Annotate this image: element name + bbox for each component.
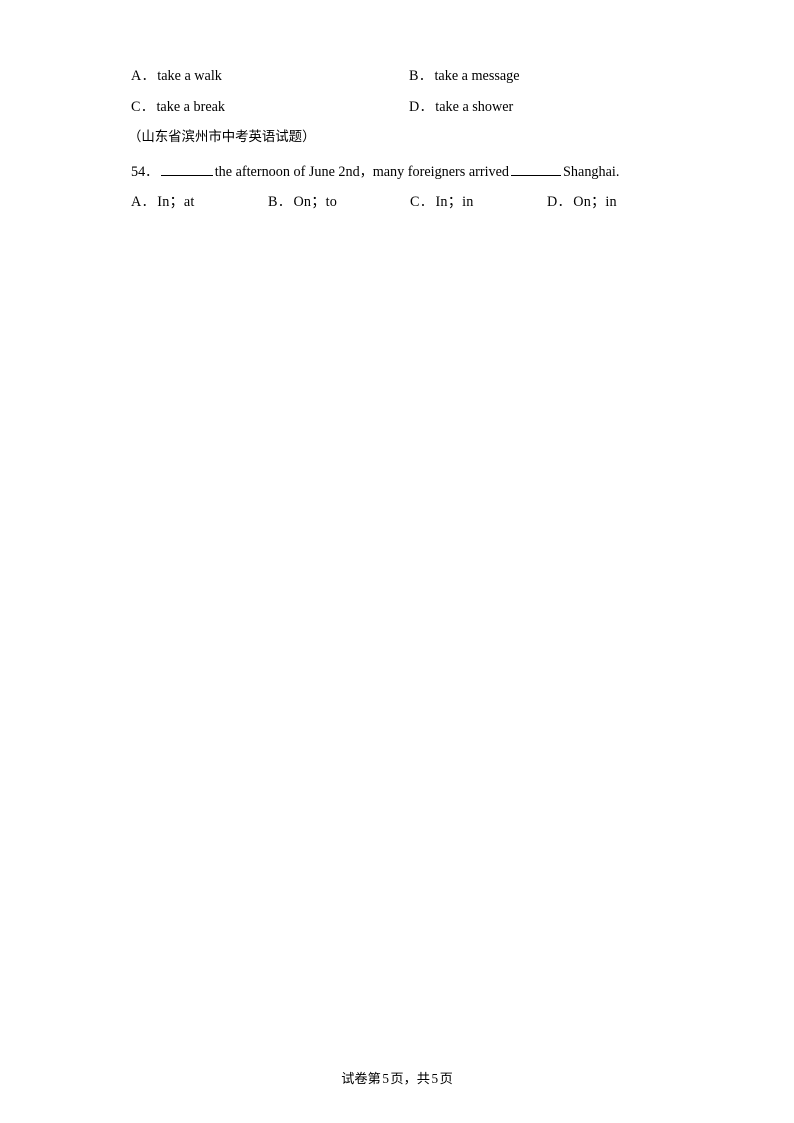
option-text: On；to: [293, 194, 338, 210]
option-a-q54[interactable]: A． In；at: [131, 194, 195, 210]
stem-text-2: many foreigners arrived: [372, 164, 510, 180]
exam-page: A． take a walk B． take a message C． take a …: [0, 0, 794, 1123]
option-text: take a break: [156, 99, 226, 115]
footer-total-pages: 5: [431, 1071, 439, 1086]
option-text: In；in: [435, 194, 474, 210]
option-c-previous[interactable]: C． take a break: [131, 99, 225, 115]
answer-blank-2[interactable]: [511, 163, 562, 176]
option-separator: ．: [557, 194, 571, 209]
option-letter: A: [131, 194, 142, 210]
option-separator: ．: [419, 99, 433, 114]
option-separator: ．: [419, 194, 433, 209]
question-number: 54: [131, 164, 146, 180]
footer-suffix: 页: [439, 1072, 453, 1087]
option-c-q54[interactable]: C． In；in: [410, 194, 474, 210]
option-d-previous[interactable]: D． take a shower: [409, 99, 513, 115]
option-text: On；in: [573, 194, 617, 210]
page-footer: 试卷第 5 页，共 5 页: [0, 1071, 794, 1088]
source-note: （山东省滨州市中考英语试题）: [128, 130, 316, 145]
option-text: take a message: [434, 68, 520, 84]
stem-text-3: Shanghai.: [563, 164, 620, 180]
option-separator: ．: [141, 194, 155, 209]
footer-current-page: 5: [382, 1071, 389, 1086]
option-letter: A: [131, 68, 142, 84]
option-text: take a walk: [157, 68, 222, 84]
option-b-q54[interactable]: B． On；to: [268, 194, 337, 210]
question-number-separator: ．: [145, 164, 158, 179]
option-letter: D: [547, 194, 558, 210]
option-separator: ．: [141, 68, 155, 83]
option-text: take a shower: [435, 99, 514, 115]
footer-prefix: 试卷第: [341, 1072, 381, 1087]
option-separator: ．: [140, 99, 154, 114]
option-letter: D: [409, 99, 420, 115]
stem-text-1: the afternoon of June 2nd: [214, 164, 360, 180]
answer-blank-1[interactable]: [160, 163, 213, 176]
option-a-previous[interactable]: A． take a walk: [131, 68, 222, 84]
option-separator: ．: [418, 68, 432, 83]
option-d-q54[interactable]: D． On；in: [547, 194, 617, 210]
question-54-stem: 54． the afternoon of June 2nd，many foreig…: [131, 163, 619, 181]
option-b-previous[interactable]: B． take a message: [409, 68, 520, 84]
footer-middle: 页，共: [390, 1072, 430, 1087]
stem-comma: ，: [359, 165, 373, 180]
option-separator: ．: [277, 194, 291, 209]
option-text: In；at: [157, 194, 195, 210]
